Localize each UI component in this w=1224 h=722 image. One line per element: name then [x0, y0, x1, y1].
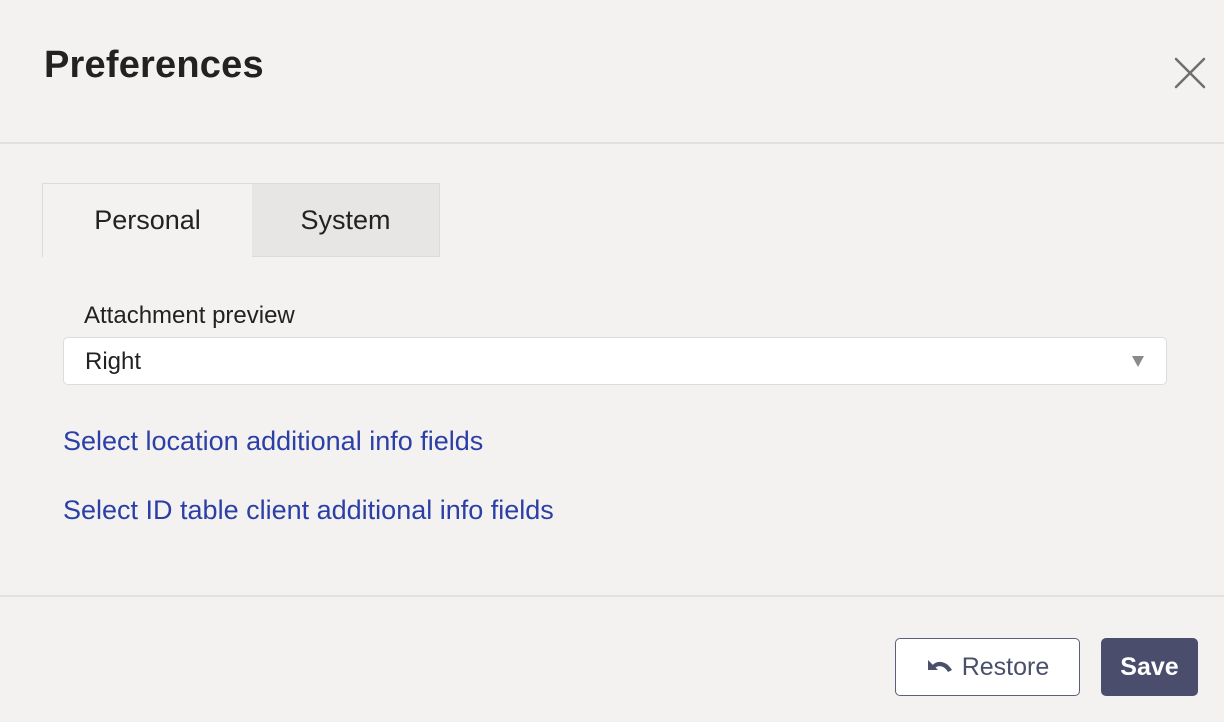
close-button[interactable] [1170, 53, 1210, 93]
dropdown-arrow-icon [1132, 356, 1144, 367]
attachment-preview-value: Right [85, 348, 142, 375]
select-id-table-client-fields-link[interactable]: Select ID table client additional info f… [63, 495, 554, 526]
dialog-title: Preferences [44, 44, 264, 86]
dialog-header: Preferences [0, 0, 1224, 144]
close-icon [1174, 57, 1206, 89]
tab-personal-label: Personal [94, 205, 201, 235]
restore-button[interactable]: Restore [895, 638, 1080, 696]
select-location-fields-link[interactable]: Select location additional info fields [63, 426, 483, 457]
preferences-tabs: Personal System [42, 183, 440, 259]
footer-divider [0, 595, 1224, 597]
restore-label: Restore [961, 652, 1050, 681]
tab-system-label: System [300, 204, 391, 235]
tab-personal[interactable]: Personal [42, 183, 252, 257]
save-button[interactable]: Save [1101, 638, 1198, 696]
save-label: Save [1120, 652, 1179, 681]
attachment-preview-select[interactable]: Right [63, 337, 1167, 385]
undo-icon [927, 660, 952, 672]
attachment-preview-label: Attachment preview [84, 302, 295, 329]
tab-system[interactable]: System [252, 183, 440, 257]
